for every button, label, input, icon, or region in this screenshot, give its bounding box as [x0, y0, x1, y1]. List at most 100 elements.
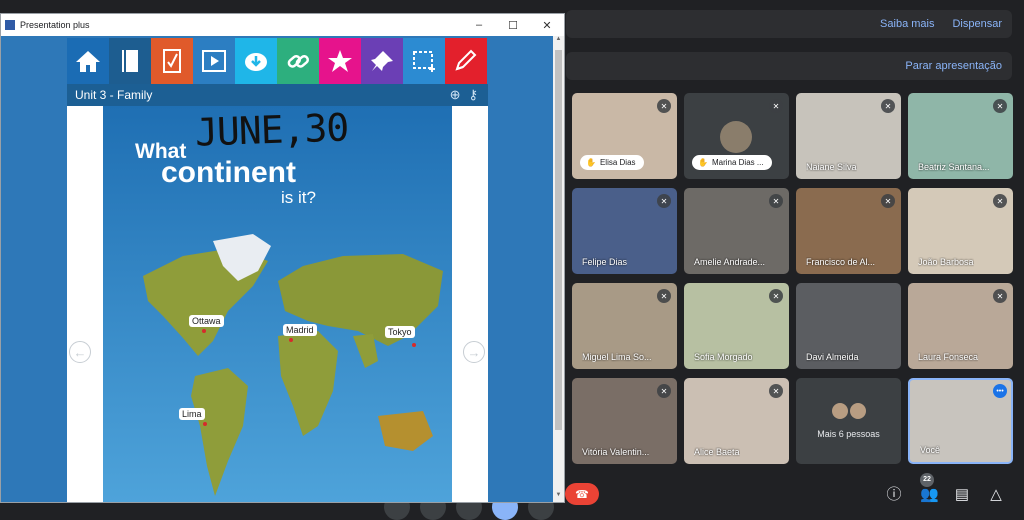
info-icon[interactable]: ⓘ [886, 483, 902, 504]
chat-icon[interactable]: ▤ [954, 485, 970, 503]
participant-name: João Barbosa [918, 257, 974, 267]
arrow-left-icon: ← [73, 344, 87, 360]
unit-bar: Unit 3 - Family ⊕ ⚷ [67, 84, 488, 106]
participant-tile[interactable]: ✕ ✋ Marina Dias ... [684, 93, 789, 179]
download-button[interactable] [235, 38, 277, 84]
participant-name: Felipe Dias [582, 257, 628, 267]
mic-off-icon: ✕ [769, 194, 783, 208]
meet-notice-bar: Saiba mais Dispensar [566, 10, 1012, 38]
window-titlebar: Presentation plus – ☐ ✕ [1, 14, 564, 36]
participant-grid: ✕ ✋ Elisa Dias ✕ ✋ Marina Dias ... ✕ Naian… [572, 93, 1014, 464]
participant-tile[interactable]: ✕ Felipe Dias [572, 188, 677, 274]
mic-off-icon: ✕ [769, 384, 783, 398]
notes-icon [163, 49, 181, 73]
participant-tile[interactable]: ✕ Beatriz Santana... [908, 93, 1013, 179]
participant-tile[interactable]: Davi Almeida [796, 283, 901, 369]
city-label-ottawa: Ottawa [189, 315, 224, 327]
mic-off-icon: ✕ [881, 99, 895, 113]
previous-page-button[interactable]: ← [69, 341, 91, 363]
participant-name: Amelie Andrade... [694, 257, 766, 267]
more-people-avatars [831, 403, 866, 419]
book-icon [122, 50, 138, 72]
city-marker [202, 329, 206, 333]
participant-name: Francisco de Al... [806, 257, 876, 267]
participant-name: Miguel Lima So... [582, 352, 652, 362]
city-label-lima: Lima [179, 408, 205, 420]
minimize-button[interactable]: – [462, 19, 496, 32]
close-button[interactable]: ✕ [530, 19, 564, 32]
hand-icon: ✋ [586, 158, 596, 167]
avatar [720, 121, 752, 153]
participant-tile[interactable]: ✕ Alice Baeta [684, 378, 789, 464]
participant-tile[interactable]: ✕ Laura Fonseca [908, 283, 1013, 369]
participant-tile[interactable]: ✕ Miguel Lima So... [572, 283, 677, 369]
link-button[interactable] [277, 38, 319, 84]
mic-off-icon: ✕ [881, 194, 895, 208]
pin-icon [371, 51, 393, 71]
city-label-madrid: Madrid [283, 324, 317, 336]
dismiss-link[interactable]: Dispensar [952, 18, 1002, 30]
pen-button[interactable] [445, 38, 487, 84]
participant-tile[interactable]: ✕ Naiane Silva [796, 93, 901, 179]
scroll-up-icon[interactable]: ▲ [553, 36, 564, 46]
mic-off-icon: ✕ [769, 99, 783, 113]
learn-more-link[interactable]: Saiba mais [880, 18, 934, 30]
participant-name: Alice Baeta [694, 447, 740, 457]
speaking-indicator-icon: ••• [993, 384, 1007, 398]
city-marker [412, 343, 416, 347]
self-tile[interactable]: ••• Você [908, 378, 1013, 464]
notes-button[interactable] [151, 38, 193, 84]
vertical-scrollbar[interactable]: ▲ ▼ [553, 36, 564, 502]
stop-presenting-button[interactable]: Parar apresentação [905, 60, 1002, 72]
select-button[interactable] [403, 38, 445, 84]
participant-tile[interactable]: ✕ Francisco de Al... [796, 188, 901, 274]
hang-up-button[interactable]: ☎ [565, 483, 599, 505]
play-icon [202, 50, 226, 72]
participant-name: Beatriz Santana... [918, 162, 990, 172]
participant-name: Marina Dias ... [711, 158, 764, 167]
video-button[interactable] [193, 38, 235, 84]
participant-name: Davi Almeida [806, 352, 859, 362]
people-icon[interactable]: 👥 22 [920, 472, 939, 503]
self-name: Você [920, 445, 941, 455]
participant-tile[interactable]: ✕ Amelie Andrade... [684, 188, 789, 274]
participant-name: Vitória Valentin... [582, 447, 650, 457]
star-icon [328, 50, 352, 72]
pin-button[interactable] [361, 38, 403, 84]
favorite-button[interactable] [319, 38, 361, 84]
participant-tile[interactable]: ✕ Sofia Morgado [684, 283, 789, 369]
mic-off-icon: ✕ [657, 289, 671, 303]
heading-continent: continent [161, 156, 296, 189]
next-page-button[interactable]: → [463, 341, 485, 363]
home-button[interactable] [67, 38, 109, 84]
arrow-right-icon: → [467, 344, 481, 360]
book-page: Ottawa Madrid Tokyo Lima What continent … [67, 105, 488, 502]
participant-tile[interactable]: ✕ Vitória Valentin... [572, 378, 677, 464]
city-marker [203, 422, 207, 426]
handwritten-date: JUNE,30 [194, 105, 349, 155]
mic-off-icon: ✕ [769, 289, 783, 303]
name-pill: ✋ Marina Dias ... [692, 155, 772, 170]
home-icon [76, 51, 100, 72]
link-icon [287, 55, 309, 68]
activities-icon[interactable]: △ [988, 485, 1004, 503]
unit-title: Unit 3 - Family [75, 88, 153, 102]
participant-tile[interactable]: ✕ João Barbosa [908, 188, 1013, 274]
heading-is-it: is it? [281, 188, 316, 207]
book-button[interactable] [109, 38, 151, 84]
participant-tile[interactable]: ✕ ✋ Elisa Dias [572, 93, 677, 179]
hand-icon: ✋ [698, 158, 708, 167]
more-people-label: Mais 6 pessoas [817, 429, 880, 439]
more-people-tile[interactable]: Mais 6 pessoas [796, 378, 901, 464]
scroll-thumb[interactable] [555, 50, 562, 430]
maximize-button[interactable]: ☐ [496, 19, 530, 32]
key-icon[interactable]: ⚷ [468, 87, 478, 103]
mic-off-icon: ✕ [657, 99, 671, 113]
participant-name: Laura Fonseca [918, 352, 979, 362]
city-label-tokyo: Tokyo [385, 326, 415, 338]
scroll-down-icon[interactable]: ▼ [553, 492, 564, 502]
zoom-in-icon[interactable]: ⊕ [450, 87, 461, 103]
window-title: Presentation plus [20, 20, 90, 30]
book-toolbar [67, 38, 487, 84]
participant-count-badge: 22 [920, 472, 934, 487]
